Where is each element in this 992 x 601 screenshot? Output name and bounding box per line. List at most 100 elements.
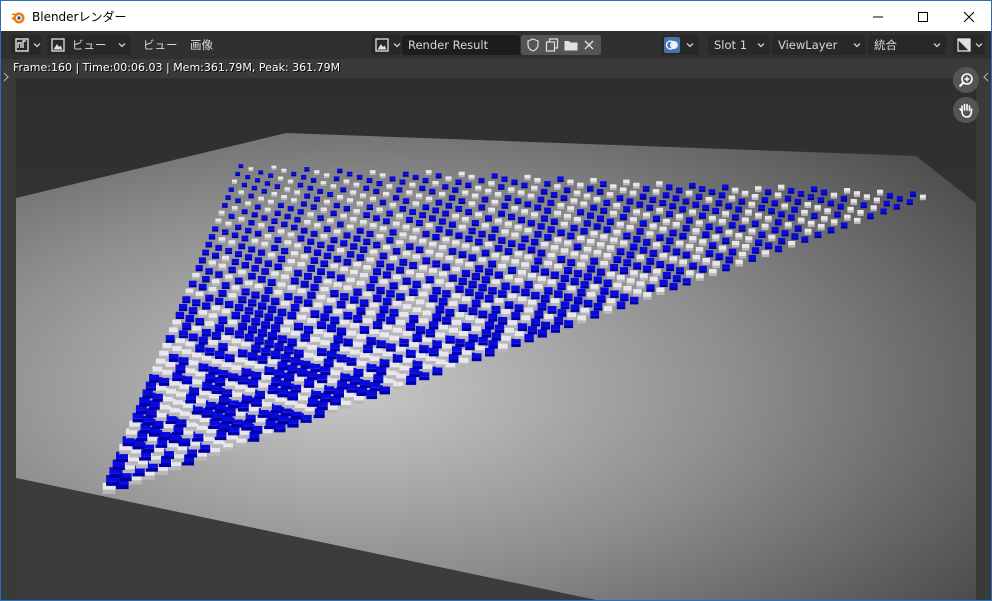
view-layer-dropdown[interactable]: ViewLayer xyxy=(772,35,866,55)
tile-side xyxy=(537,334,547,338)
folder-icon[interactable] xyxy=(563,37,579,53)
tile-top xyxy=(268,173,274,177)
tile-top xyxy=(284,293,293,298)
tile-side xyxy=(392,305,402,309)
tile-side xyxy=(567,290,576,294)
tile-side xyxy=(333,179,340,182)
tile-side xyxy=(235,254,242,258)
image-name-field[interactable]: Render Result xyxy=(402,35,520,55)
sidebar-expand-arrow-icon[interactable] xyxy=(982,72,990,82)
tile-side xyxy=(702,235,710,238)
tile-side xyxy=(445,233,453,236)
tile-top xyxy=(764,189,772,193)
tile-top xyxy=(448,354,459,360)
tile-side xyxy=(307,242,315,245)
tile-top xyxy=(396,240,404,245)
tile-side xyxy=(257,280,266,283)
close-icon[interactable] xyxy=(583,39,595,51)
tile-side xyxy=(662,196,670,199)
minimize-button[interactable] xyxy=(855,1,901,32)
tile-side xyxy=(201,387,213,391)
tile-top xyxy=(337,195,344,199)
tile-top xyxy=(386,210,393,215)
tile-top xyxy=(392,221,400,226)
zoom-button[interactable] xyxy=(953,67,979,93)
tile-side xyxy=(333,340,343,344)
close-button[interactable] xyxy=(946,1,992,32)
image-viewport[interactable]: Frame:160 | Time:00:06.03 | Mem:361.79M,… xyxy=(1,59,991,600)
tile-top xyxy=(254,257,262,262)
tile-top xyxy=(323,199,330,203)
image-browse-button[interactable] xyxy=(371,35,401,55)
tile-side xyxy=(314,199,320,202)
tile-top xyxy=(238,349,248,355)
tile-top xyxy=(675,187,683,192)
tile-top xyxy=(399,338,409,344)
tile-top xyxy=(376,286,385,292)
maximize-button[interactable] xyxy=(900,1,946,32)
pan-button[interactable] xyxy=(953,97,979,123)
tile-side xyxy=(494,249,503,252)
tile-side xyxy=(590,181,597,184)
tile-side xyxy=(346,255,355,258)
tile-top xyxy=(363,185,370,189)
image-editor-header: ビュー ビュー 画像 Render Result Slot 1 ViewLaye… xyxy=(1,31,991,59)
tile-top xyxy=(422,230,430,235)
display-channels-dropdown[interactable] xyxy=(661,35,699,55)
tile-side xyxy=(567,209,575,213)
tile-side xyxy=(320,184,327,186)
shield-icon[interactable] xyxy=(525,37,541,53)
tile-side xyxy=(323,337,333,341)
tile-top xyxy=(560,221,568,226)
tile-side xyxy=(537,280,546,284)
tile-side xyxy=(356,338,366,342)
tile-side xyxy=(373,326,383,330)
tile-side xyxy=(702,262,710,265)
tile-side xyxy=(475,242,483,246)
tile-side xyxy=(320,345,330,349)
tile-side xyxy=(264,291,273,294)
tile-side xyxy=(455,182,462,185)
tile-top xyxy=(485,215,492,220)
tile-side xyxy=(662,249,671,253)
tile-top xyxy=(478,230,486,235)
view-options-dropdown[interactable] xyxy=(953,35,985,55)
tile-top xyxy=(639,273,648,278)
slot-dropdown[interactable]: Slot 1 xyxy=(708,35,770,55)
tile-side xyxy=(461,274,470,278)
tile-top xyxy=(238,296,247,301)
view-mode-dropdown[interactable]: ビュー xyxy=(47,35,131,55)
tile-side xyxy=(175,343,185,347)
menu-view[interactable]: ビュー xyxy=(137,35,179,55)
tile-top xyxy=(238,322,247,328)
tile-side xyxy=(205,325,214,329)
tile-top xyxy=(656,207,664,212)
tile-top xyxy=(241,262,249,266)
tile-top xyxy=(336,274,345,279)
tile-top xyxy=(577,315,587,321)
duplicate-icon[interactable] xyxy=(544,37,560,53)
tile-top xyxy=(261,188,267,192)
tile-top xyxy=(475,212,482,216)
tile-side xyxy=(488,318,498,322)
tile-top xyxy=(508,293,517,299)
tile-side xyxy=(557,206,565,210)
menu-image[interactable]: 画像 xyxy=(184,35,220,55)
editor-type-button[interactable] xyxy=(11,35,41,55)
tile-top xyxy=(570,198,578,203)
tile-top xyxy=(656,234,664,239)
tile-top xyxy=(718,192,726,197)
tile-top xyxy=(573,217,581,221)
tile-side xyxy=(554,295,563,298)
tile-side xyxy=(178,362,189,366)
tile-side xyxy=(224,439,237,444)
tile-top xyxy=(577,288,586,294)
tile-side xyxy=(577,266,586,270)
toolbar-expand-arrow-icon[interactable] xyxy=(2,72,10,82)
tile-side xyxy=(498,214,505,217)
tile-side xyxy=(557,179,564,182)
tile-side xyxy=(267,390,279,395)
tile-top xyxy=(205,294,214,300)
tile-side xyxy=(409,212,416,215)
render-pass-dropdown[interactable]: 統合 xyxy=(868,35,946,55)
